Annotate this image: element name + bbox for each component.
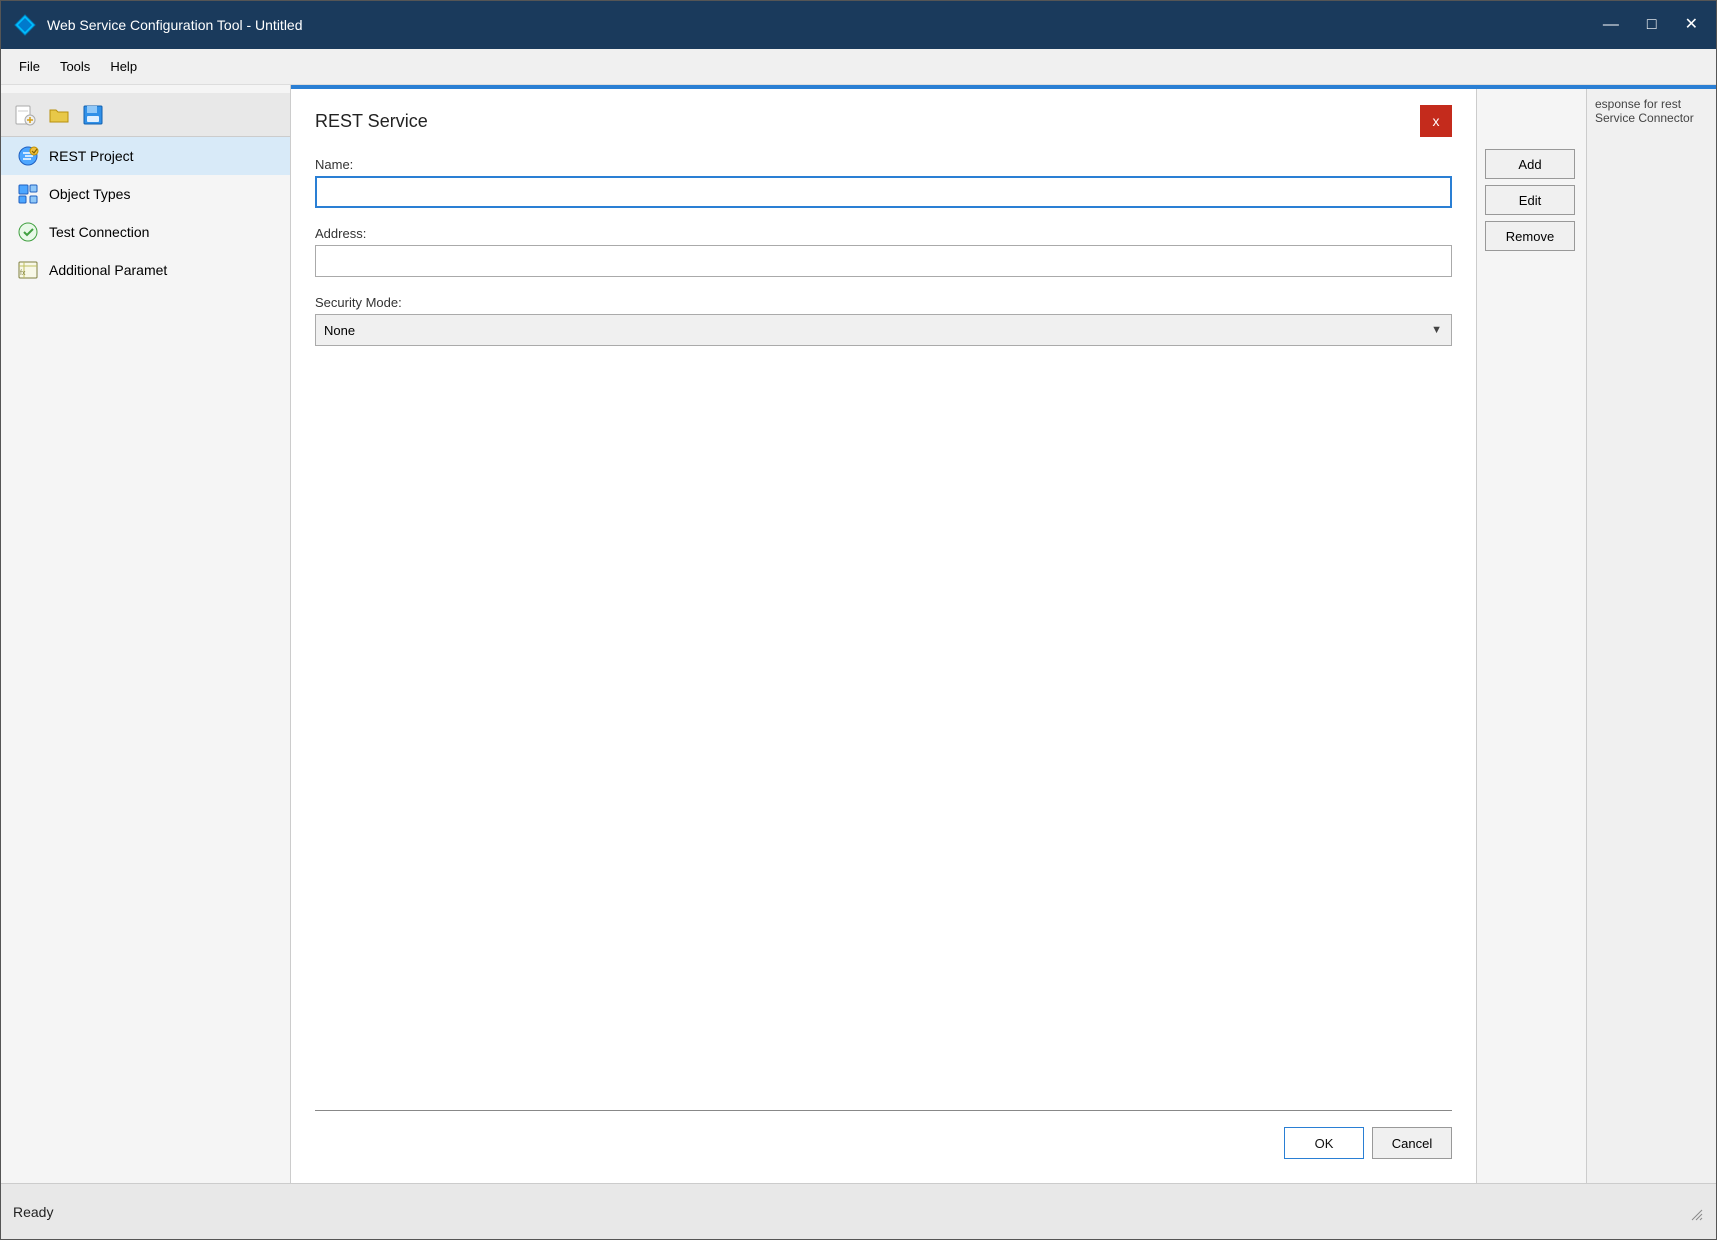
status-text: Ready xyxy=(13,1204,1684,1220)
rest-project-icon xyxy=(17,145,39,167)
add-button[interactable]: Add xyxy=(1485,149,1575,179)
maximize-button[interactable]: □ xyxy=(1641,15,1663,35)
window-controls: — □ ✕ xyxy=(1597,15,1704,35)
far-right-text-2: Service Connector xyxy=(1595,111,1708,125)
sidebar-item-rest-project[interactable]: REST Project xyxy=(1,137,290,175)
dialog-close-button[interactable]: x xyxy=(1420,105,1452,137)
action-panel: Add Edit Remove xyxy=(1476,89,1586,1183)
dialog-title: REST Service xyxy=(315,111,428,132)
test-connection-label: Test Connection xyxy=(49,224,149,240)
additional-params-icon: fx xyxy=(17,259,39,281)
sidebar-item-object-types[interactable]: Object Types xyxy=(1,175,290,213)
dialog-panel: REST Service x Name: Address: xyxy=(291,89,1476,1183)
title-bar: Web Service Configuration Tool - Untitle… xyxy=(1,1,1716,49)
far-right-text-1: esponse for rest xyxy=(1595,97,1708,111)
sidebar: REST Project Object Types xyxy=(1,85,291,1183)
security-mode-select[interactable]: None Basic OAuth Certificate xyxy=(315,314,1452,346)
address-input[interactable] xyxy=(315,245,1452,277)
name-form-group: Name: xyxy=(315,157,1452,208)
security-mode-label: Security Mode: xyxy=(315,295,1452,310)
status-grip xyxy=(1684,1202,1704,1222)
object-types-icon xyxy=(17,183,39,205)
test-connection-icon xyxy=(17,221,39,243)
open-button[interactable] xyxy=(43,99,75,131)
close-button[interactable]: ✕ xyxy=(1679,15,1704,35)
remove-button[interactable]: Remove xyxy=(1485,221,1575,251)
svg-text:fx: fx xyxy=(20,270,26,277)
dialog-spacer xyxy=(315,364,1452,1110)
dialog-header: REST Service x xyxy=(315,105,1452,137)
sidebar-item-additional-params[interactable]: fx Additional Paramet xyxy=(1,251,290,289)
menu-tools[interactable]: Tools xyxy=(50,55,100,78)
status-bar: Ready xyxy=(1,1183,1716,1239)
dialog-area: REST Service x Name: Address: xyxy=(291,89,1716,1183)
window-title: Web Service Configuration Tool - Untitle… xyxy=(47,17,1597,33)
dialog-buttons: OK Cancel xyxy=(315,1127,1452,1167)
ok-button[interactable]: OK xyxy=(1284,1127,1364,1159)
security-mode-wrapper: None Basic OAuth Certificate ▼ xyxy=(315,314,1452,346)
dialog-footer-divider xyxy=(315,1110,1452,1111)
sidebar-item-test-connection[interactable]: Test Connection xyxy=(1,213,290,251)
edit-button[interactable]: Edit xyxy=(1485,185,1575,215)
additional-params-label: Additional Paramet xyxy=(49,262,167,278)
far-right-panel: esponse for rest Service Connector xyxy=(1586,89,1716,1183)
minimize-button[interactable]: — xyxy=(1597,15,1625,35)
menu-file[interactable]: File xyxy=(9,55,50,78)
name-input[interactable] xyxy=(315,176,1452,208)
address-label: Address: xyxy=(315,226,1452,241)
address-form-group: Address: xyxy=(315,226,1452,277)
save-button[interactable] xyxy=(77,99,109,131)
name-label: Name: xyxy=(315,157,1452,172)
main-window: Web Service Configuration Tool - Untitle… xyxy=(0,0,1717,1240)
rest-project-label: REST Project xyxy=(49,148,134,164)
menu-help[interactable]: Help xyxy=(100,55,147,78)
right-panel: REST Service x Name: Address: xyxy=(291,85,1716,1183)
cancel-button[interactable]: Cancel xyxy=(1372,1127,1452,1159)
security-mode-form-group: Security Mode: None Basic OAuth Certific… xyxy=(315,295,1452,346)
app-icon xyxy=(13,13,37,37)
toolbar xyxy=(1,93,290,137)
new-button[interactable] xyxy=(9,99,41,131)
menu-bar: File Tools Help xyxy=(1,49,1716,85)
object-types-label: Object Types xyxy=(49,186,130,202)
main-content: REST Project Object Types xyxy=(1,85,1716,1183)
